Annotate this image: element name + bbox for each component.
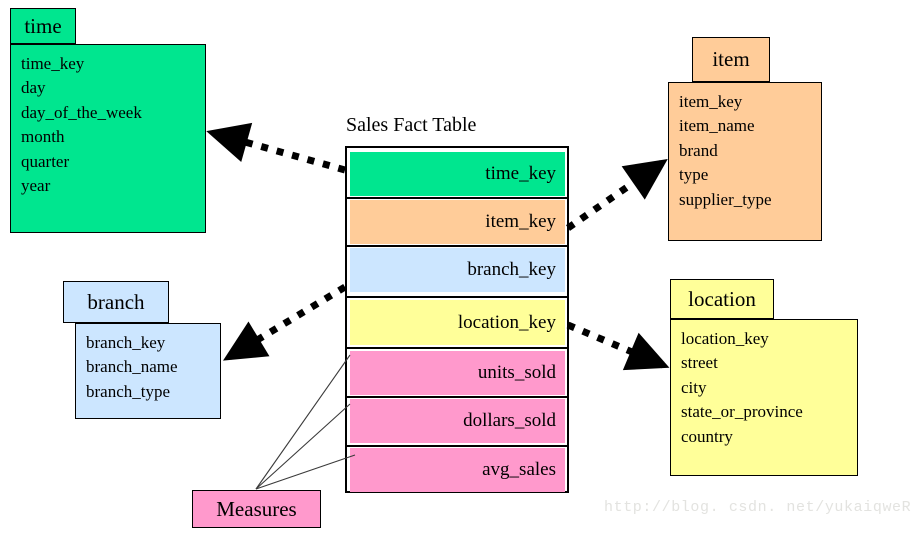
fact-table: time_key item_key branch_key location_ke…: [345, 146, 569, 493]
relationship-item: [566, 159, 668, 231]
fact-table-title: Sales Fact Table: [346, 114, 477, 136]
fact-row-time-key: time_key: [350, 152, 565, 196]
watermark-text: http://blog. csdn. net/yukaiqweR: [604, 499, 912, 516]
dimension-tab-location: location: [670, 279, 774, 319]
fact-row-divider: [345, 245, 569, 247]
field-location-key: location_key: [681, 329, 769, 348]
dimension-title-location: location: [688, 286, 756, 311]
field-location-city: city: [681, 377, 707, 397]
fact-row-branch-key: branch_key: [350, 248, 565, 292]
fact-row-divider: [345, 396, 569, 398]
fact-row-label: avg_sales: [482, 459, 556, 480]
fact-row-label: item_key: [485, 211, 556, 232]
field-time-key: time_key: [21, 54, 85, 73]
dimension-tab-item: item: [692, 37, 770, 82]
field-location-street: street: [681, 353, 718, 373]
dimension-body-item: item_key item_name brand type supplier_t…: [668, 82, 822, 241]
fact-row-divider: [345, 347, 569, 349]
field-time-day-of-week: day_of_the_week: [21, 102, 142, 122]
field-location-country: country: [681, 426, 733, 446]
field-time-month: month: [21, 127, 65, 147]
fact-row-label: branch_key: [467, 259, 556, 280]
field-branch-type: branch_type: [86, 381, 171, 401]
fact-row-divider: [345, 197, 569, 199]
dimension-title-branch: branch: [87, 289, 145, 314]
relationship-time: [206, 122, 346, 174]
relationship-branch: [223, 284, 347, 361]
dimension-title-time: time: [24, 13, 62, 38]
field-time-year: year: [21, 176, 51, 196]
fact-row-units-sold: units_sold: [350, 351, 565, 395]
field-time-day: day: [21, 78, 46, 98]
fact-row-divider: [345, 296, 569, 298]
field-item-key: item_key: [679, 92, 743, 111]
dimension-tab-branch: branch: [63, 281, 169, 323]
dimension-body-location: location_key street city state_or_provin…: [670, 319, 858, 476]
field-branch-name: branch_name: [86, 357, 178, 377]
fact-row-location-key: location_key: [350, 300, 565, 345]
fact-row-label: dollars_sold: [463, 410, 556, 431]
fact-row-avg-sales: avg_sales: [350, 448, 565, 492]
field-item-type: type: [679, 165, 709, 185]
fact-row-label: location_key: [457, 311, 556, 333]
measures-label: Measures: [216, 496, 297, 521]
field-item-supplier-type: supplier_type: [679, 189, 772, 209]
fact-row-label: time_key: [485, 163, 556, 184]
field-location-state: state_or_province: [681, 402, 803, 422]
measures-leader-lines: [255, 354, 356, 490]
field-item-brand: brand: [679, 140, 718, 160]
field-item-name: item_name: [679, 116, 755, 136]
relationship-location: [566, 321, 670, 371]
star-schema-diagram: time time_key day day_of_the_week month …: [0, 0, 912, 533]
field-branch-key: branch_key: [86, 333, 166, 352]
fact-row-label: units_sold: [477, 362, 556, 383]
fact-row-item-key: item_key: [350, 200, 565, 244]
fact-row-dollars-sold: dollars_sold: [350, 399, 565, 443]
dimension-tab-time: time: [10, 8, 76, 44]
dimension-title-item: item: [712, 47, 750, 71]
dimension-body-time: time_key day day_of_the_week month quart…: [10, 44, 206, 233]
fact-row-divider: [345, 445, 569, 447]
dimension-body-branch: branch_key branch_name branch_type: [75, 323, 221, 419]
field-time-quarter: quarter: [21, 151, 70, 171]
measures-callout: Measures: [192, 490, 321, 528]
